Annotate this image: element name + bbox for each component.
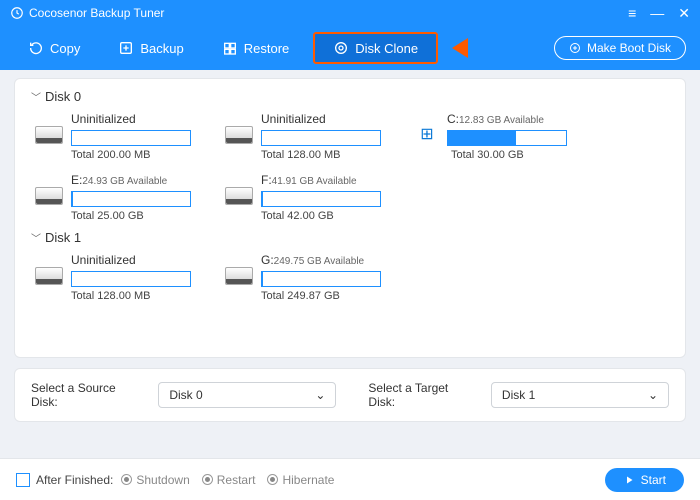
windows-icon: ⊞ [415,124,439,144]
partition-total: Total 249.87 GB [261,290,395,302]
backup-label: Backup [140,41,183,56]
disk0-label: Disk 0 [45,89,81,104]
close-icon[interactable]: ✕ [678,5,690,22]
partition-title: C: [447,112,459,126]
copy-button[interactable]: Copy [14,34,94,62]
usage-bar [261,191,381,207]
partition-available: 249.75 GB Available [274,256,364,267]
partition-item[interactable]: Uninitialized Total 128.00 MB [35,251,205,302]
shutdown-label: Shutdown [136,473,189,487]
usage-bar [447,130,567,146]
partition-total: Total 30.00 GB [451,149,585,161]
shutdown-radio[interactable]: Shutdown [121,473,189,487]
restart-radio[interactable]: Restart [202,473,256,487]
target-disk-select[interactable]: Disk 1 ⌄ [491,382,669,408]
partition-title: F: [261,173,272,187]
restart-label: Restart [217,473,256,487]
disk-clone-button[interactable]: Disk Clone [313,32,438,64]
source-disk-select[interactable]: Disk 0 ⌄ [158,382,336,408]
partition-item[interactable]: ⊞ C:12.83 GB Available Total 30.00 GB [415,110,585,161]
after-finished-label: After Finished: [36,473,113,487]
make-boot-disk-button[interactable]: Make Boot Disk [554,36,686,60]
usage-bar [261,271,381,287]
partition-title: Uninitialized [71,112,136,126]
hdd-icon [225,126,253,144]
backup-button[interactable]: Backup [104,34,197,62]
disk1-header[interactable]: ﹀ Disk 1 [31,230,671,245]
usage-bar [261,130,381,146]
hdd-icon [225,267,253,285]
hdd-icon [35,187,63,205]
restore-button[interactable]: Restore [208,34,304,62]
usage-bar [71,271,191,287]
source-disk-label: Select a Source Disk: [31,381,144,409]
disk0-header[interactable]: ﹀ Disk 0 [31,89,671,104]
usage-bar [71,130,191,146]
start-label: Start [641,473,666,487]
partition-title: G: [261,253,274,267]
app-title-text: Cocosenor Backup Tuner [29,6,164,20]
chevron-down-icon: ﹀ [31,230,41,245]
partition-total: Total 128.00 MB [71,290,205,302]
app-title: Cocosenor Backup Tuner [10,6,164,20]
start-button[interactable]: Start [605,468,684,492]
hdd-icon [225,187,253,205]
chevron-down-icon: ﹀ [31,89,41,104]
disks-panel: ﹀ Disk 0 Uninitialized Total 200.00 MB [14,78,686,358]
partition-item[interactable]: G:249.75 GB Available Total 249.87 GB [225,251,395,302]
chevron-down-icon: ⌄ [315,388,325,402]
after-finished-checkbox[interactable] [16,473,30,487]
partition-total: Total 128.00 MB [261,149,395,161]
partition-total: Total 25.00 GB [71,210,205,222]
partition-total: Total 42.00 GB [261,210,395,222]
target-disk-label: Select a Target Disk: [368,381,477,409]
hdd-icon [35,126,63,144]
partition-title: E: [71,173,82,187]
partition-title: Uninitialized [71,253,136,267]
hibernate-radio[interactable]: Hibernate [267,473,334,487]
partition-total: Total 200.00 MB [71,149,205,161]
hibernate-label: Hibernate [282,473,334,487]
partition-available: 41.91 GB Available [272,176,357,187]
source-disk-value: Disk 0 [169,388,202,402]
disk-clone-label: Disk Clone [355,41,418,56]
minimize-icon[interactable]: — [650,5,664,21]
chevron-down-icon: ⌄ [648,388,658,402]
partition-item[interactable]: Uninitialized Total 200.00 MB [35,110,205,161]
usage-bar [71,191,191,207]
target-disk-value: Disk 1 [502,388,535,402]
partition-title: Uninitialized [261,112,326,126]
callout-arrow-icon [452,38,468,58]
hdd-icon [35,267,63,285]
copy-label: Copy [50,41,80,56]
partition-item[interactable]: E:24.93 GB Available Total 25.00 GB [35,171,205,222]
partition-item[interactable]: F:41.91 GB Available Total 42.00 GB [225,171,395,222]
partition-item[interactable]: Uninitialized Total 128.00 MB [225,110,395,161]
restore-label: Restore [244,41,290,56]
menu-icon[interactable]: ≡ [628,5,636,21]
boot-disk-label: Make Boot Disk [587,41,671,55]
partition-available: 24.93 GB Available [82,176,167,187]
disk-selector-row: Select a Source Disk: Disk 0 ⌄ Select a … [14,368,686,422]
partition-available: 12.83 GB Available [459,115,544,126]
disk1-label: Disk 1 [45,230,81,245]
